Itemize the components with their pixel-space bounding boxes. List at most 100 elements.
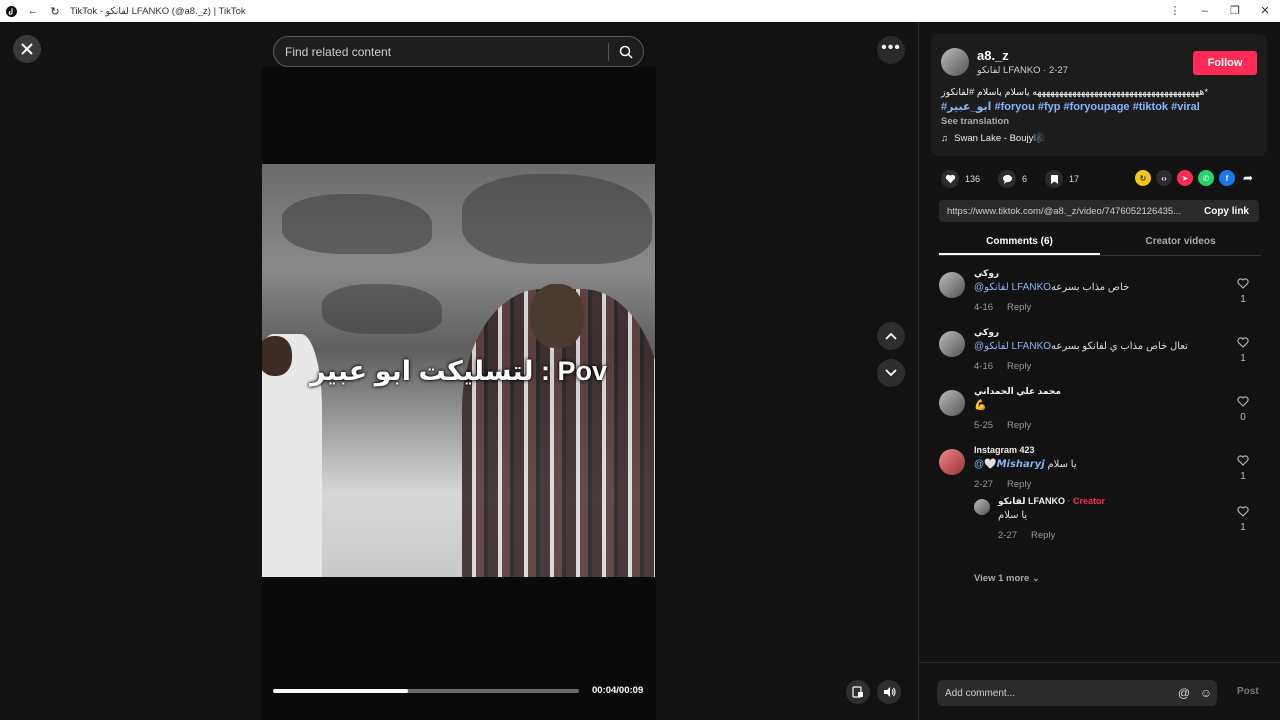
commenter-avatar[interactable] [939,449,965,475]
comment-mention[interactable]: @لفانكو LFANKO [974,282,1051,293]
reply-author[interactable]: لفانكو LFANKO · Creator [998,496,1105,507]
commenter-name[interactable]: Instagram 423 [974,445,1035,455]
see-translation-link[interactable]: See translation [941,116,1009,127]
mention-icon[interactable]: @ [1173,686,1195,700]
like-stat[interactable]: 136 [941,170,980,188]
author-avatar[interactable] [941,48,969,76]
commenter-avatar[interactable] [939,331,965,357]
emoji-icon[interactable]: ☺ [1195,686,1217,700]
comment-like-button[interactable]: 1 [1235,455,1251,482]
comment-like-button[interactable]: 1 [1235,337,1251,364]
commenter-name[interactable]: روكي [974,327,999,338]
video-player-area: Find related content ••• لتسليكت ابو عبي… [0,22,918,720]
video-caption: لتسليكت ابو عبير : Pov [309,356,608,386]
creator-badge: · Creator [1067,496,1106,506]
comment-input[interactable]: Add comment... [937,688,1173,699]
commenter-name[interactable]: محمد علي الحمداني [974,386,1061,397]
comment-date: 2-27 [974,479,994,490]
person-right-head [530,284,584,348]
music-note-icon: ♫ [941,133,949,144]
like-count: 136 [965,174,981,184]
chevron-down-icon: ⌄ [1031,573,1040,584]
comment-composer: Add comment... @ ☺ Post [919,662,1280,720]
close-player-button[interactable] [13,35,41,63]
close-window-icon[interactable]: ✕ [1250,0,1280,22]
minimize-icon[interactable]: – [1190,0,1220,22]
speaker-icon [883,687,896,697]
picture-in-picture-button[interactable] [846,680,870,704]
reply-author-avatar[interactable] [974,499,990,515]
tab-creator-videos[interactable]: Creator videos [1100,236,1261,255]
next-video-button[interactable] [877,359,905,387]
reply-button[interactable]: Reply [1007,361,1031,372]
comment-mention[interactable]: @لفانكو LFANKO [974,341,1051,352]
post-button[interactable]: Post [1237,686,1259,697]
facebook-icon[interactable]: f [1219,170,1235,186]
save-count: 17 [1069,174,1080,184]
comment-like-count: 0 [1240,412,1246,423]
comment-like-button[interactable]: 1 [1235,278,1251,305]
share-arrow-icon[interactable]: ➦ [1240,170,1256,186]
reply-button[interactable]: Reply [1007,420,1031,431]
comment-mention[interactable]: @🤍𝙈𝙞𝙨𝙝𝙖𝙧𝙮𝙟 [974,459,1045,470]
reply-button[interactable]: Reply [1007,479,1031,490]
music-link[interactable]: ♫ Swan Lake - Boujy🎼 [941,133,1045,144]
comment-count: 6 [1022,174,1028,184]
restore-icon[interactable]: ❐ [1220,0,1250,22]
search-bar[interactable]: Find related content [273,36,644,67]
commenter-name[interactable]: روكي [974,268,999,279]
add-comment-field[interactable]: Add comment... @ ☺ [937,680,1217,706]
volume-button[interactable] [877,680,901,704]
close-icon [21,43,33,55]
author-subline: لفانكو LFANKO · 2-27 [977,65,1068,76]
comment-meta: 2-27 Reply [974,479,1031,490]
send-icon[interactable]: ➤ [1177,170,1193,186]
heart-icon [941,170,959,188]
comment-text: @لفانكو LFANKOتعال خاص مذاب ي لفانكو بسر… [974,341,1188,352]
view-more-replies[interactable]: View 1 more ⌄ [974,573,1040,584]
comment-body: تعال خاص مذاب ي لفانكو بسرعه [1051,341,1188,352]
repost-icon[interactable]: ↻ [1135,170,1151,186]
video-progress-fill [273,689,408,693]
video-url[interactable]: https://www.tiktok.com/@a8._z/video/7476… [939,206,1194,217]
commenter-avatar[interactable] [939,390,965,416]
comment-date: 4-16 [974,302,994,313]
comment-like-count: 1 [1240,294,1246,305]
search-input[interactable]: Find related content [285,45,608,59]
comment-like-button[interactable]: 0 [1235,396,1251,423]
video-progress-bar[interactable] [273,689,579,693]
author-username[interactable]: a8._z [977,48,1009,63]
menu-icon[interactable]: ⋮ [1160,0,1190,22]
tab-comments[interactable]: Comments (6) [939,236,1100,255]
follow-button[interactable]: Follow [1193,51,1257,75]
heart-outline-icon [1237,455,1249,466]
music-title: Swan Lake - Boujy🎼 [954,133,1046,144]
bookmark-icon [1045,170,1064,188]
previous-video-button[interactable] [877,322,905,350]
reply-button[interactable]: Reply [1031,530,1055,541]
video-timecode: 00:04/00:09 [592,685,644,696]
copy-link-button[interactable]: Copy link [1194,206,1259,217]
video-frame[interactable]: لتسليكت ابو عبير : Pov [262,164,655,577]
window-title: TikTok - لفانكو LFANKO (@a8._z) | TikTok [70,5,246,17]
details-panel: a8._z لفانكو LFANKO · 2-27 Follow *ههههه… [918,22,1280,720]
panel-tabs: Comments (6) Creator videos [939,236,1261,256]
rock-shape [462,174,652,264]
back-arrow-icon[interactable]: ← [22,5,44,17]
whatsapp-icon[interactable]: ✆ [1198,170,1214,186]
search-icon[interactable] [609,45,643,59]
reply-button[interactable]: Reply [1007,302,1031,313]
comment-like-count: 1 [1240,353,1246,364]
reply-like-button[interactable]: 1 [1235,506,1251,533]
comment-stat[interactable]: 6 [998,170,1027,188]
reload-icon[interactable]: ↻ [44,5,66,18]
more-options-button[interactable]: ••• [877,36,905,64]
engagement-stats: 136 6 17 [941,170,1097,188]
comment-body: يا سلام [1047,459,1077,470]
video-hashtags[interactable]: #ابو_عبير #foryou #fyp #foryoupage #tikt… [941,100,1241,113]
embed-icon[interactable]: ‹› [1156,170,1172,186]
save-stat[interactable]: 17 [1045,170,1079,188]
commenter-avatar[interactable] [939,272,965,298]
comment-body: 💪 [974,400,987,411]
pip-icon [852,686,863,698]
